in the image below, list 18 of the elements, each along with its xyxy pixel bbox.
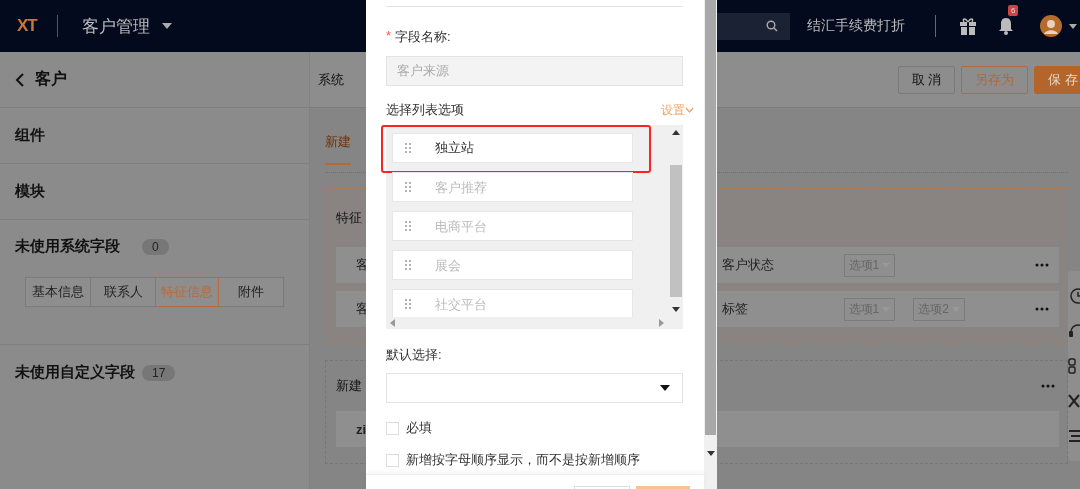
- section-title: 特征: [336, 209, 362, 227]
- section-title: 新建: [336, 377, 362, 395]
- notification-badge: 6: [1008, 5, 1019, 16]
- count-badge: 0: [142, 238, 169, 255]
- required-mark: *: [386, 28, 392, 45]
- field-label: 默认选择:: [386, 347, 442, 362]
- field-label: 选择列表选项: [386, 101, 464, 119]
- count-badge: 17: [142, 364, 176, 381]
- checkbox-label: 新增按字母顺序显示，而不是按新增顺序: [406, 451, 640, 469]
- system-label: 系统: [318, 70, 344, 89]
- field-label: zi: [356, 421, 367, 437]
- field-label: 标签: [721, 300, 749, 318]
- field-label: 客户状态: [721, 256, 775, 274]
- field-label: 字段名称:: [395, 28, 451, 46]
- section-title: 未使用系统字段: [15, 237, 121, 256]
- checkbox-label: 必填: [406, 419, 432, 437]
- page-title: 客户: [35, 69, 67, 89]
- section-title: 未使用自定义字段: [15, 363, 136, 382]
